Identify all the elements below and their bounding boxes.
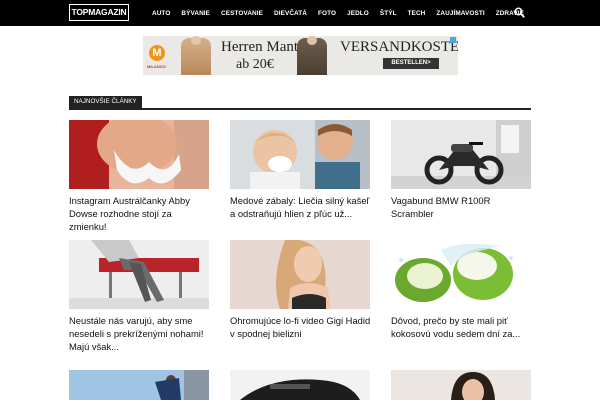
article-title[interactable]: Instagram Austrálčanky Abby Dowse rozhod… — [69, 194, 211, 233]
top-nav-bar: TOPMAGAZIN AUTO BÝVANIE CESTOVANIE DIEVČ… — [0, 0, 600, 26]
ad-price: ab 20€ — [236, 57, 274, 72]
article-thumbnail[interactable] — [69, 370, 209, 400]
ad-order-button[interactable]: BESTELLEN> — [383, 58, 439, 69]
ad-model-image-left — [181, 36, 211, 75]
article-title[interactable]: Vagabund BMW R100R Scrambler — [391, 194, 533, 220]
ad-shipping-text: VERSANDKOSTENLOS — [340, 39, 458, 55]
nav-item-auto[interactable]: AUTO — [152, 10, 170, 17]
nav-item-cestovanie[interactable]: CESTOVANIE — [221, 10, 263, 17]
nav-item-foto[interactable]: FOTO — [318, 10, 336, 17]
article-thumbnail[interactable] — [230, 240, 370, 309]
article-thumbnail[interactable] — [69, 240, 209, 309]
article-thumbnail[interactable] — [391, 370, 531, 400]
ad-banner[interactable]: M MILANOO Herren Mantel ab 20€ VERSANDKO… — [143, 36, 458, 75]
nav-item-dievcata[interactable]: DIEVČATÁ — [274, 10, 307, 17]
article-title[interactable]: Dôvod, prečo by ste mali piť kokosovú vo… — [391, 314, 533, 340]
article-title[interactable]: Ohromujúce lo-fi video Gigi Hadid v spod… — [230, 314, 372, 340]
site-logo[interactable]: TOPMAGAZIN — [69, 4, 129, 21]
ad-choices-icon[interactable] — [450, 37, 456, 43]
ad-brand-logo: M — [149, 45, 165, 61]
article-thumbnail[interactable] — [391, 240, 531, 309]
search-icon[interactable] — [514, 7, 525, 18]
main-nav: AUTO BÝVANIE CESTOVANIE DIEVČATÁ FOTO JE… — [152, 0, 535, 26]
section-header: NAJNOVŠIE ČLÁNKY — [69, 96, 531, 110]
article-thumbnail[interactable] — [230, 370, 370, 400]
article-thumbnail[interactable] — [391, 120, 531, 189]
article-title[interactable]: Medové zábaly: Liečia silný kašeľ a odst… — [230, 194, 372, 220]
nav-item-byvanie[interactable]: BÝVANIE — [181, 10, 210, 17]
article-thumbnail[interactable] — [230, 120, 370, 189]
nav-item-zaujimavosti[interactable]: ZAUJÍMAVOSTI — [436, 10, 484, 17]
nav-item-tech[interactable]: TECH — [408, 10, 426, 17]
nav-item-styl[interactable]: ŠTÝL — [380, 10, 397, 17]
ad-model-image-right — [297, 36, 327, 75]
ad-headline: Herren Mantel — [221, 39, 309, 55]
article-title[interactable]: Neustále nás varujú, aby sme nesedeli s … — [69, 314, 211, 353]
article-thumbnail[interactable] — [69, 120, 209, 189]
section-title: NAJNOVŠIE ČLÁNKY — [69, 96, 142, 108]
nav-item-jedlo[interactable]: JEDLO — [347, 10, 369, 17]
ad-brand-name: MILANOO — [147, 64, 166, 69]
